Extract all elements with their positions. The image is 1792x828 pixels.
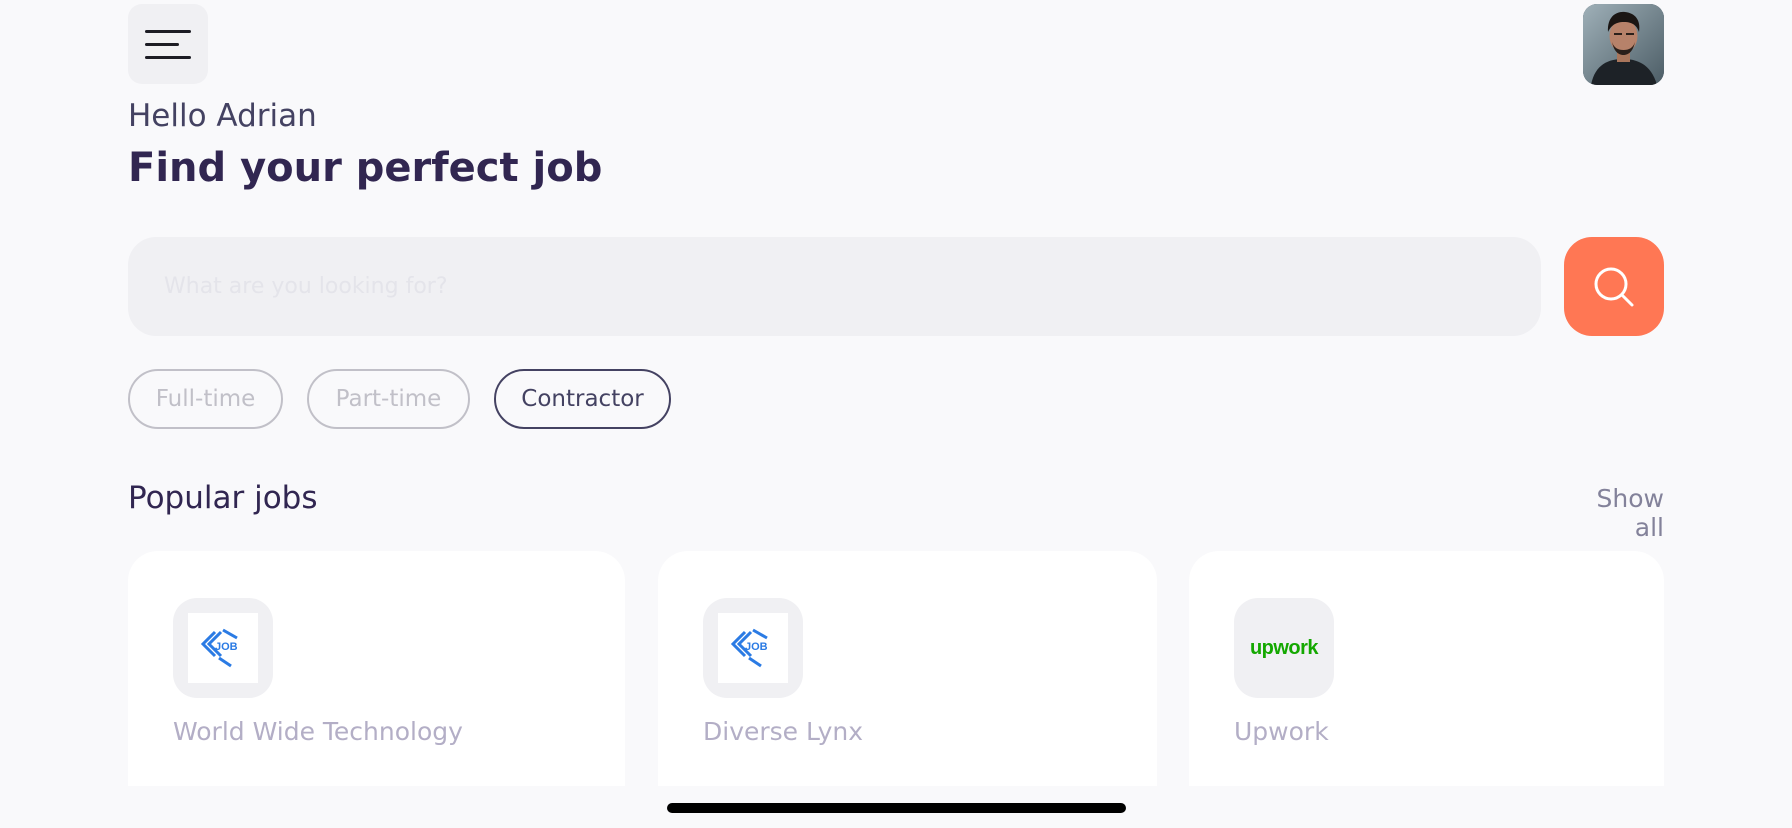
job-logo: JOB — [201, 628, 238, 668]
show-all-link[interactable]: Show all — [1564, 484, 1664, 542]
svg-text:JOB: JOB — [745, 641, 768, 653]
company-logo-container: upwork — [1234, 598, 1334, 698]
job-logo: JOB — [731, 628, 768, 668]
menu-button[interactable] — [128, 4, 208, 84]
job-type-contractor[interactable]: Contractor — [494, 369, 671, 429]
profile-photo — [1583, 4, 1664, 85]
company-name: Upwork — [1234, 717, 1329, 746]
job-card[interactable]: upwork Upwork — [1189, 551, 1664, 786]
page-title: Find your perfect job — [128, 145, 603, 191]
section-title: Popular jobs — [128, 480, 318, 516]
home-indicator — [667, 803, 1126, 813]
menu-icon — [145, 29, 191, 33]
company-name: World Wide Technology — [173, 717, 463, 746]
company-name: Diverse Lynx — [703, 717, 864, 746]
company-logo-container: JOB — [703, 598, 803, 698]
search-icon — [1594, 267, 1634, 306]
profile-avatar[interactable] — [1583, 4, 1664, 85]
svg-text:JOB: JOB — [215, 641, 238, 653]
search-input[interactable] — [164, 274, 1505, 299]
search-button[interactable] — [1564, 237, 1664, 336]
job-card[interactable]: JOB World Wide Technology — [128, 551, 625, 786]
job-type-full-time[interactable]: Full-time — [128, 369, 283, 429]
search-container — [128, 237, 1541, 336]
greeting-text: Hello Adrian — [128, 98, 317, 134]
company-logo-container: JOB — [173, 598, 273, 698]
job-card[interactable]: JOB Diverse Lynx — [658, 551, 1157, 786]
job-type-part-time[interactable]: Part-time — [307, 369, 470, 429]
upwork-logo: upwork — [1249, 636, 1319, 659]
